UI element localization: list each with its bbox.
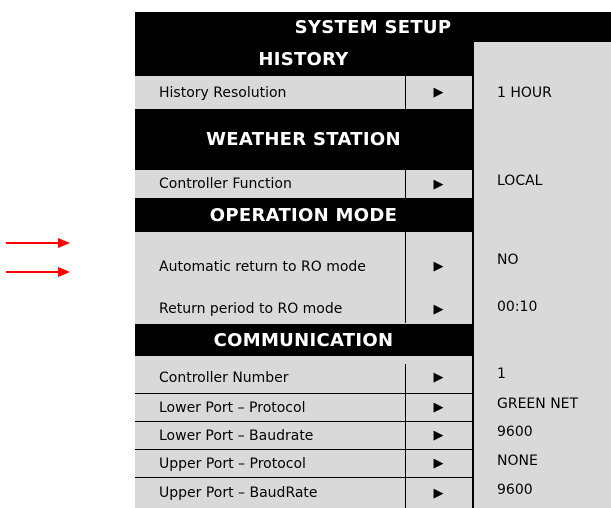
right-triangle-icon[interactable]: ▶ <box>405 450 472 477</box>
setting-label: Controller Number <box>159 369 289 386</box>
right-triangle-icon[interactable]: ▶ <box>405 394 472 421</box>
section-header-weather-station: WEATHER STATION <box>135 109 472 170</box>
setting-row-controller-number[interactable]: Controller Number ▶ <box>135 364 472 391</box>
setting-label: Lower Port – Baudrate <box>159 427 314 444</box>
setting-row-controller-function[interactable]: Controller Function ▶ <box>135 170 472 198</box>
setting-row-return-period-ro[interactable]: Return period to RO mode ▶ <box>135 295 472 323</box>
setting-value-controller-function: LOCAL <box>497 173 543 189</box>
red-right-arrow-icon <box>6 238 70 248</box>
right-triangle-icon[interactable]: ▶ <box>405 76 472 109</box>
section-header-operation-mode: OPERATION MODE <box>135 198 472 232</box>
setting-value-upper-port-baudrate: 9600 <box>497 482 533 498</box>
setting-row-lower-port-protocol[interactable]: Lower Port – Protocol ▶ <box>135 393 472 421</box>
arrow-divider <box>405 232 406 323</box>
setting-value-lower-port-baudrate: 9600 <box>497 424 533 440</box>
setting-row-auto-return-ro[interactable]: Automatic return to RO mode ▶ <box>135 232 472 295</box>
setting-label: Upper Port – BaudRate <box>159 485 318 501</box>
right-triangle-icon[interactable]: ▶ <box>405 364 472 391</box>
setting-label: Lower Port – Protocol <box>159 399 306 416</box>
section-header-history: HISTORY <box>135 42 472 76</box>
setting-value-upper-port-protocol: NONE <box>497 453 538 469</box>
setting-row-upper-port-baudrate[interactable]: Upper Port – BaudRate ▶ <box>135 477 472 508</box>
system-setup-panel: SYSTEM SETUP HISTORY History Resolution … <box>135 12 611 508</box>
arrow-divider <box>405 364 406 508</box>
right-triangle-icon[interactable]: ▶ <box>405 170 472 198</box>
right-triangle-icon[interactable]: ▶ <box>405 235 472 298</box>
right-triangle-icon[interactable]: ▶ <box>405 422 472 449</box>
setting-value-auto-return-ro: NO <box>497 252 519 268</box>
column-divider <box>472 42 474 508</box>
setting-row-history-resolution[interactable]: History Resolution ▶ <box>135 76 472 109</box>
setting-label: Automatic return to RO mode <box>159 258 366 275</box>
setting-label: Controller Function <box>159 176 292 192</box>
arrow-divider <box>405 76 406 109</box>
right-triangle-icon[interactable]: ▶ <box>405 295 472 323</box>
setting-label: Upper Port – Protocol <box>159 455 306 472</box>
red-right-arrow-icon <box>6 267 70 277</box>
setting-value-controller-number: 1 <box>497 366 506 382</box>
page-title: SYSTEM SETUP <box>135 12 611 42</box>
section-header-communication: COMMUNICATION <box>135 324 472 356</box>
arrow-divider <box>405 170 406 198</box>
setting-label: Return period to RO mode <box>159 301 343 317</box>
setting-row-lower-port-baudrate[interactable]: Lower Port – Baudrate ▶ <box>135 421 472 449</box>
setting-label: History Resolution <box>159 84 287 101</box>
setting-value-history-resolution: 1 HOUR <box>497 85 552 101</box>
right-triangle-icon[interactable]: ▶ <box>405 478 472 508</box>
setting-value-return-period-ro: 00:10 <box>497 299 538 315</box>
setting-row-upper-port-protocol[interactable]: Upper Port – Protocol ▶ <box>135 449 472 477</box>
setting-value-lower-port-protocol: GREEN NET <box>497 396 579 412</box>
